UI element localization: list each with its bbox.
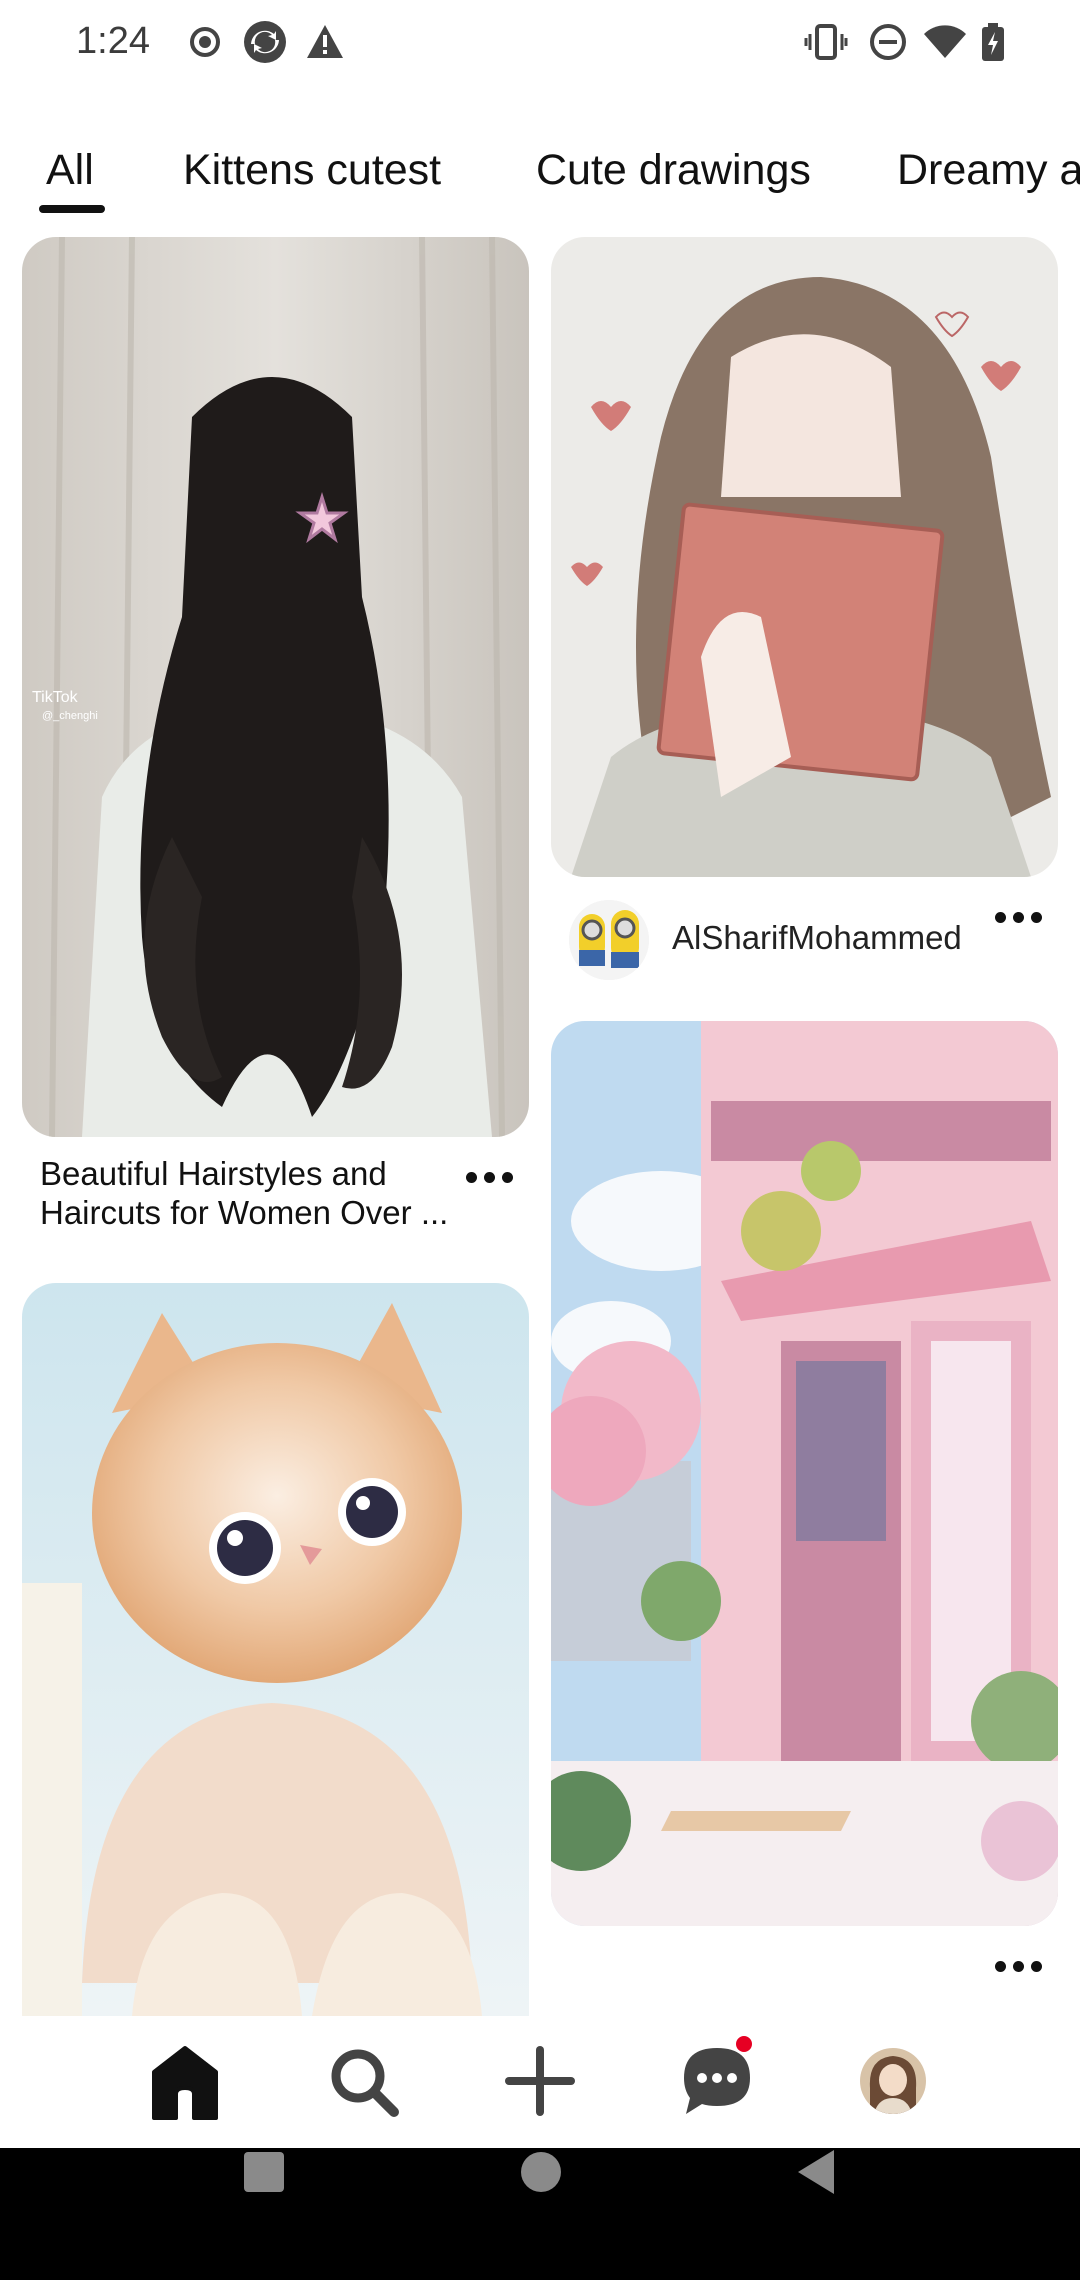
notification-badge <box>736 2036 752 2052</box>
pin-image-kitten[interactable] <box>22 1283 529 2016</box>
back-icon[interactable] <box>794 2148 838 2196</box>
selected-tab-indicator <box>39 205 105 213</box>
home-icon[interactable] <box>140 2036 230 2126</box>
vibrate-icon <box>804 24 848 60</box>
tab-all[interactable]: All <box>46 146 94 195</box>
category-tabs: All Kittens cutest Cute drawings Dreamy … <box>0 130 1080 220</box>
pin-image-pink-shop[interactable] <box>551 1021 1058 1926</box>
pin-title[interactable]: Beautiful Hairstyles and Haircuts for Wo… <box>40 1154 460 1232</box>
pin-image-anime-girl[interactable] <box>551 237 1058 877</box>
recent-apps-icon[interactable] <box>242 2150 286 2194</box>
more-options-icon[interactable] <box>460 1162 520 1192</box>
tab-dreamy[interactable]: Dreamy a <box>897 146 1080 195</box>
more-options-icon[interactable] <box>989 1951 1049 1981</box>
status-time: 1:24 <box>76 20 150 62</box>
home-circle-icon[interactable] <box>519 2150 563 2194</box>
tiktok-handle: @_chenghi <box>42 710 98 722</box>
battery-charging-icon <box>982 23 1004 61</box>
creator-name[interactable]: AlSharifMohammed <box>672 919 962 957</box>
avatar[interactable] <box>860 2048 926 2114</box>
pin-image-hairstyle[interactable]: TikTok @_chenghi <box>22 237 529 1137</box>
plus-icon[interactable] <box>495 2036 585 2126</box>
tab-kittens-cutest[interactable]: Kittens cutest <box>183 146 441 195</box>
wifi-icon <box>924 25 966 58</box>
status-bar: 1:24 <box>0 0 1080 88</box>
more-options-icon[interactable] <box>989 902 1049 932</box>
warning-icon <box>307 25 343 58</box>
tiktok-logo: TikTok <box>32 689 79 706</box>
search-icon[interactable] <box>318 2036 408 2126</box>
record-icon <box>190 27 220 57</box>
tab-cute-drawings[interactable]: Cute drawings <box>536 146 811 195</box>
do-not-disturb-icon <box>870 24 906 60</box>
creator-avatar[interactable] <box>569 900 649 980</box>
system-navigation-bar <box>0 2148 1080 2280</box>
sync-icon <box>244 21 286 63</box>
